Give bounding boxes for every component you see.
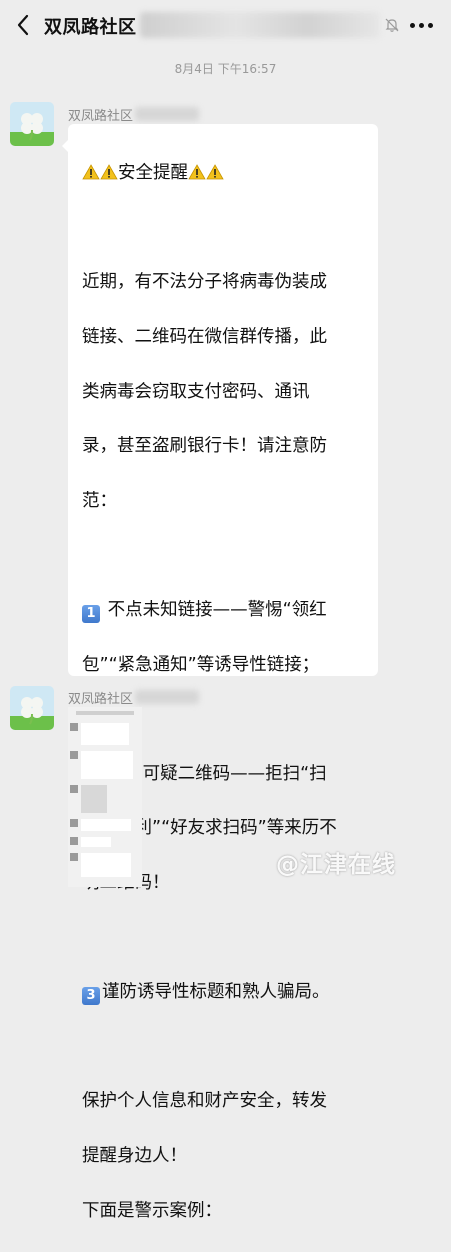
redacted-sender-suffix [135,107,199,121]
message-line: 提醒身边人！ [82,1145,187,1166]
message-line: 录，甚至盗刷银行卡！请注意防 [82,436,327,457]
image-message-thumbnail[interactable] [68,707,142,887]
sender-name: 双凤路社区 [68,692,134,707]
message-line: 链接、二维码在微信群传播，此 [82,327,327,348]
message-title: 安全提醒 [118,163,188,184]
back-button[interactable] [10,11,36,39]
dot [418,22,424,28]
bell-off-icon [385,18,399,32]
tip-line: 1 不点未知链接——警惕“领红 [82,597,366,624]
tip-text: 不点未知链接——警惕“领红 [107,600,327,621]
keycap-1-icon: 1 [82,605,100,624]
message-title-line: 安全提醒 [82,160,366,187]
tip-line: 3 谨防诱导性标题和熟人骗局。 [82,979,366,1006]
chat-screenshot-image [68,707,142,887]
message-line: 保护个人信息和财产安全，转发 [82,1091,327,1112]
redacted-title-area [140,12,380,38]
warning-icon [100,164,118,180]
warning-icon [188,164,206,180]
message-line: 下面是警示案例： [82,1200,222,1221]
warning-icon [82,164,100,180]
clover-avatar-icon [10,102,54,146]
message-line: 范： [82,490,117,511]
message-line: 近期，有不法分子将病毒伪装成 [82,272,327,293]
redacted-sender-suffix [135,690,199,704]
keycap-3-icon: 3 [82,987,100,1006]
tip-text: 谨防诱导性标题和熟人骗局。 [102,982,330,1003]
message-line: 类病毒会窃取支付密码、通讯 [82,381,310,402]
dot [409,22,415,28]
sender-avatar[interactable] [10,686,54,730]
warning-icon [206,164,224,180]
text-message-bubble[interactable]: 安全提醒 近期，有不法分子将病毒伪装成 链接、二维码在微信群传播，此 类病毒会窃… [62,124,378,1221]
chat-header: 双凤路社区 [0,0,451,50]
message-timestamp: 8月4日 下午16:57 [174,62,277,76]
chat-title: 双凤路社区 [44,17,137,38]
chevron-left-icon [17,14,29,36]
more-options-button[interactable] [405,14,437,36]
message-line: 包”“紧急通知”等诱导性链接； [82,654,320,675]
clover-avatar-icon [10,686,54,730]
watermark: @江津在线 [276,852,396,878]
sender-name: 双凤路社区 [68,109,134,124]
dot [427,22,433,28]
sender-avatar[interactable] [10,102,54,146]
